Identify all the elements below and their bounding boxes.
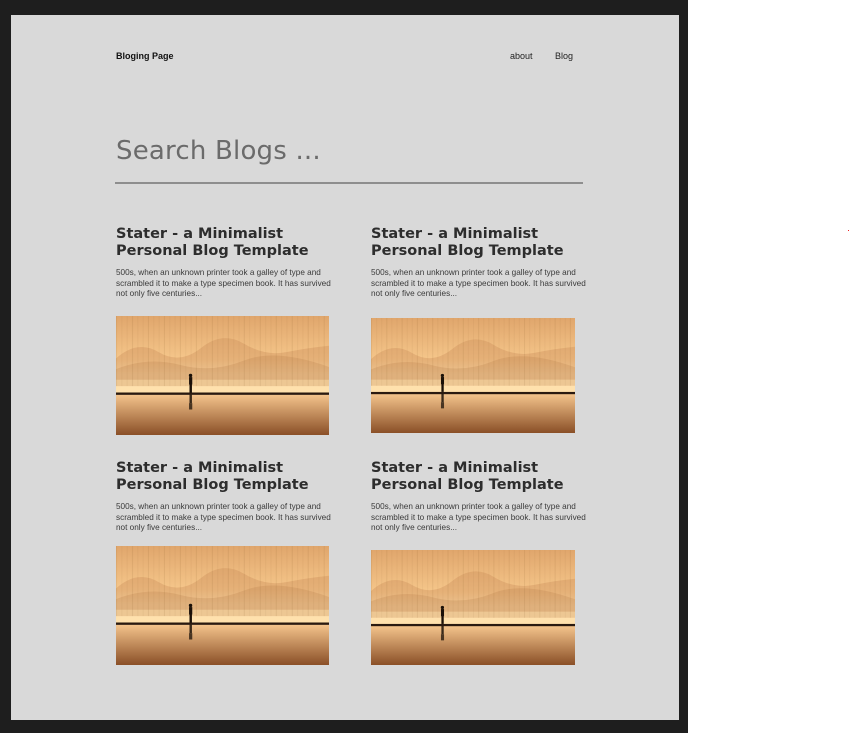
post-card[interactable]: Stater - a Minimalist Personal Blog Temp…: [116, 226, 341, 300]
canvas-marker: [848, 230, 849, 231]
post-card[interactable]: Stater - a Minimalist Personal Blog Temp…: [371, 226, 596, 300]
post-title[interactable]: Stater - a Minimalist Personal Blog Temp…: [371, 226, 596, 260]
site-brand[interactable]: Bloging Page: [116, 51, 174, 61]
blog-artboard: Bloging Page about Blog Search Blogs ...…: [11, 15, 679, 720]
post-title[interactable]: Stater - a Minimalist Personal Blog Temp…: [371, 460, 596, 494]
post-title[interactable]: Stater - a Minimalist Personal Blog Temp…: [116, 226, 341, 260]
post-excerpt: 500s, when an unknown printer took a gal…: [371, 268, 586, 298]
post-image[interactable]: [371, 318, 575, 433]
post-card[interactable]: Stater - a Minimalist Personal Blog Temp…: [371, 460, 596, 534]
post-image[interactable]: [371, 550, 575, 665]
post-image[interactable]: [116, 546, 329, 665]
post-image[interactable]: [116, 316, 329, 435]
post-excerpt: 500s, when an unknown printer took a gal…: [116, 502, 331, 532]
post-excerpt: 500s, when an unknown printer took a gal…: [116, 268, 331, 298]
search-underline: [115, 182, 583, 184]
post-card[interactable]: Stater - a Minimalist Personal Blog Temp…: [116, 460, 341, 534]
search-input[interactable]: Search Blogs ...: [116, 136, 321, 166]
post-excerpt: 500s, when an unknown printer took a gal…: [371, 502, 586, 532]
post-title[interactable]: Stater - a Minimalist Personal Blog Temp…: [116, 460, 341, 494]
nav-link-blog[interactable]: Blog: [555, 51, 573, 61]
nav-link-about[interactable]: about: [510, 51, 533, 61]
